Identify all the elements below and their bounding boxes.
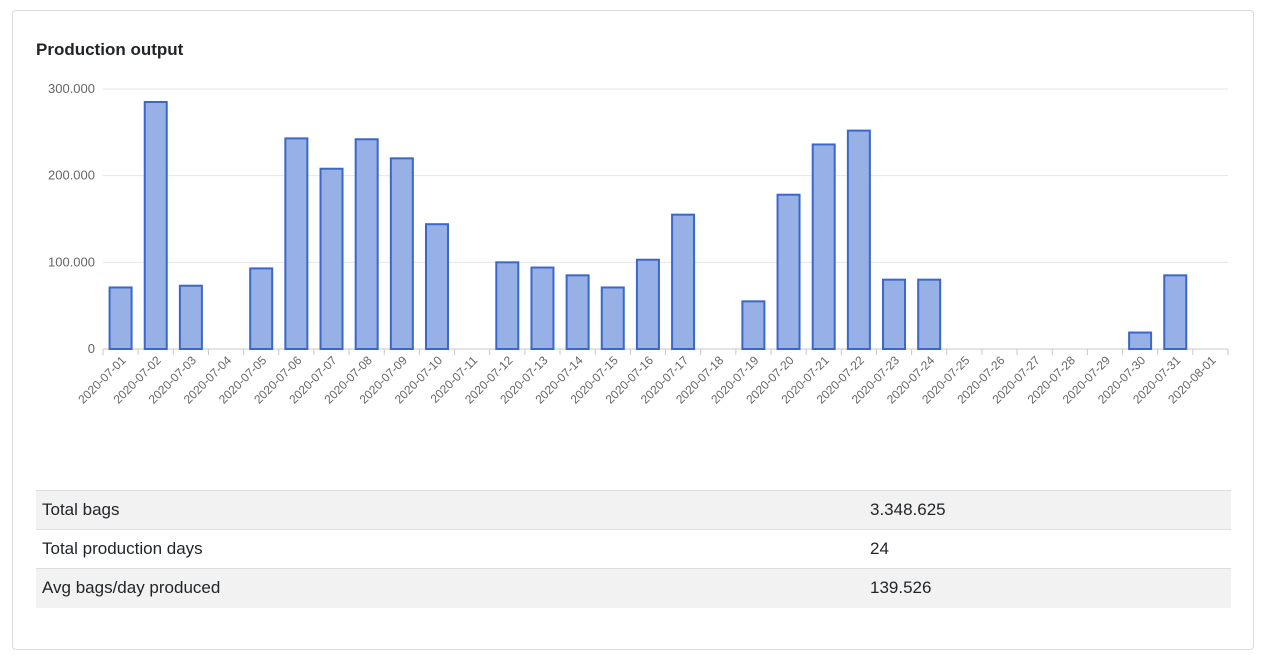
bar [1128,331,1153,350]
bar [424,223,449,350]
bar [600,286,625,351]
summary-value: 3.348.625 [870,490,1231,530]
summary-value: 139.526 [870,568,1231,608]
summary-label: Avg bags/day produced [36,568,870,608]
bar [917,278,942,350]
bar [776,193,801,350]
bar [811,143,836,350]
bar [143,101,168,350]
bar [319,167,344,350]
bar [495,261,520,351]
bar [565,274,590,351]
bar [846,129,871,350]
summary-label: Total bags [36,490,870,530]
bar [530,266,555,350]
summary-label: Total production days [36,529,870,569]
bar [741,300,766,351]
bar [108,286,133,351]
bar [284,137,309,350]
bar [1163,274,1188,351]
bar [249,267,274,350]
y-tick-label: 300.000 [48,81,95,96]
summary-row: Avg bags/day produced 139.526 [36,568,1231,608]
bar [354,138,379,350]
bar-chart: 0100.000200.000300.0002020-07-012020-07-… [48,81,1229,407]
summary-table: Total bags 3.348.625 Total production da… [36,490,1231,608]
summary-value: 24 [870,529,1231,569]
y-tick-label: 100.000 [48,254,95,269]
bar [671,213,696,350]
bar [389,157,414,350]
y-tick-label: 200.000 [48,168,95,183]
summary-row: Total bags 3.348.625 [36,490,1231,530]
bar [178,284,203,351]
bar [635,258,660,351]
y-tick-label: 0 [88,341,95,356]
summary-row: Total production days 24 [36,529,1231,569]
bar [882,278,907,350]
